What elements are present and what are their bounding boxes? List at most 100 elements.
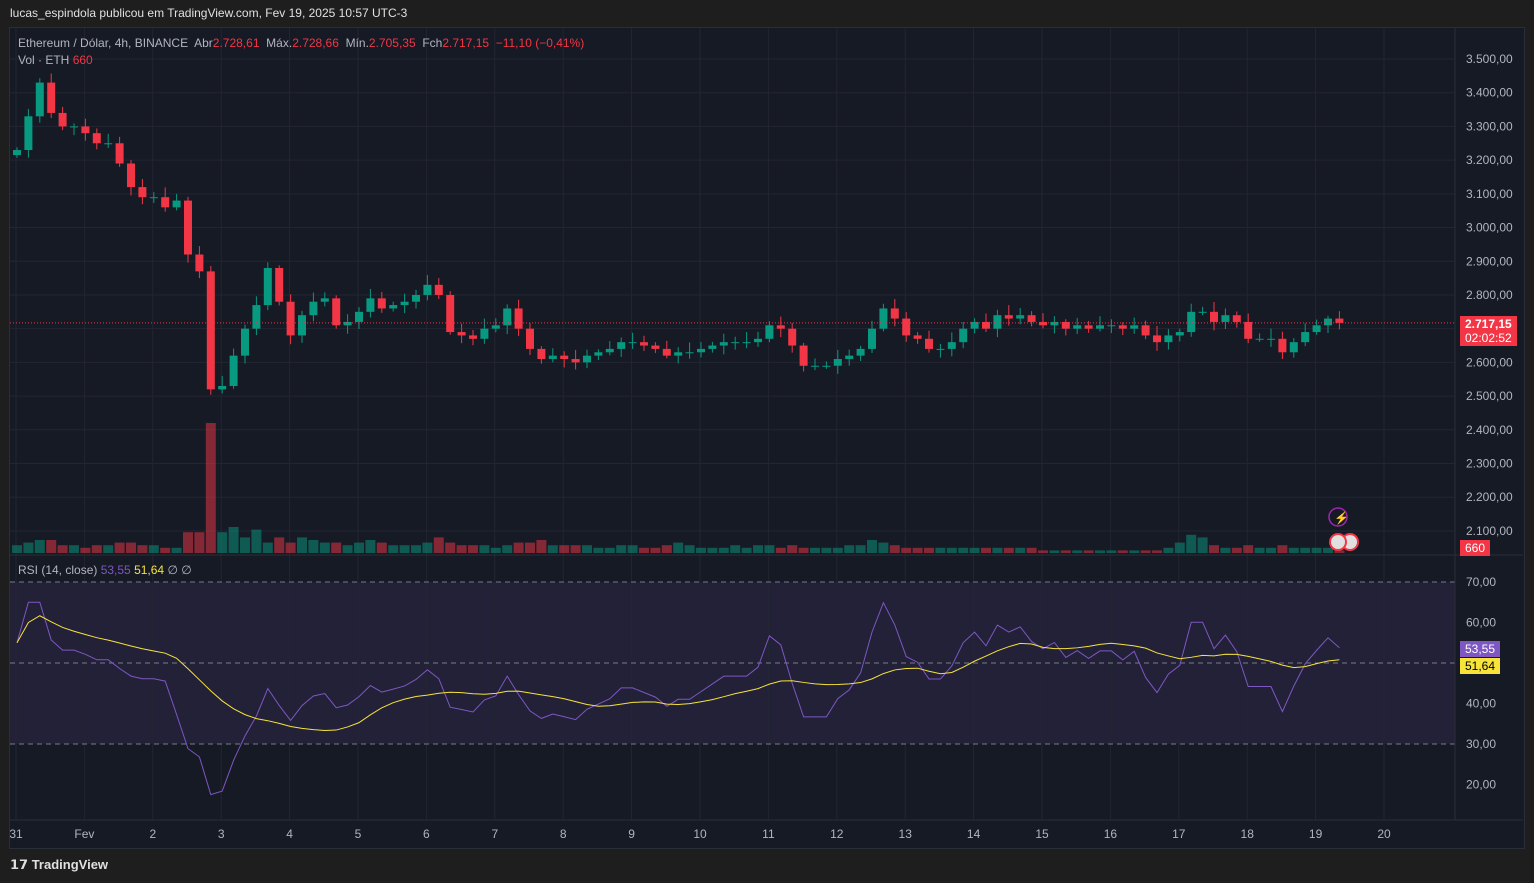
volume-bar [1163,547,1174,553]
rsi-ma-value: 51,64 [134,563,165,577]
time-tick-label: 18 [1241,827,1255,841]
candle-body [1141,325,1150,336]
candle-body [503,308,512,326]
candle-body [252,305,261,329]
time-tick-label: 3 [218,827,225,841]
volume-bar [821,547,832,553]
candle-body [1096,325,1104,329]
volume-bar [1288,547,1299,553]
volume-bar [969,547,980,553]
candle-body [890,308,899,319]
time-tick-label: 2 [149,827,156,841]
volume-bar [34,540,45,553]
candle-body [1210,311,1218,322]
candle-body [127,163,135,188]
volume-bar [1140,550,1151,553]
candle-body [754,338,762,343]
volume-bar [23,542,34,553]
candle-body [993,315,1002,329]
volume-bar [433,537,444,553]
volume-bar [992,547,1003,553]
volume-bar [889,545,900,553]
volume-bar [582,545,592,553]
volume-bar [91,545,102,553]
rsi-tick-label: 70,00 [1466,575,1496,589]
volume-bar [240,537,250,553]
volume-bar [342,545,353,553]
candle-body [195,254,204,272]
candle-body [377,298,386,309]
volume-bar [604,547,615,553]
volume-bar [1174,542,1185,553]
volume-bar [1083,550,1094,553]
symbol-legend: Ethereum / Dólar, 4h, BINANCE Abr2.728,6… [18,35,584,69]
candle-body [925,338,933,349]
rsi-label: RSI (14, close) [18,563,98,577]
candle-body [172,200,181,208]
candle-body [742,342,751,344]
volume-bar [502,545,513,553]
candle-body [469,335,477,339]
candle-body [526,328,534,349]
volume-bar [80,547,91,553]
price-tick-label: 2.900,00 [1466,254,1513,268]
volume-bar [479,545,490,553]
candle-body [1221,315,1230,322]
candle-body [514,308,523,329]
candle-body [811,365,819,367]
countdown: 02:02:52 [1465,331,1512,345]
volume-label[interactable]: Vol · ETH [18,53,69,67]
candle-body [446,294,455,333]
volume-bar [753,545,763,553]
volume-bar [639,547,649,553]
volume-bar [547,545,558,553]
volume-bar [1209,545,1219,553]
volume-bar [490,547,501,553]
volume-bar [684,545,695,553]
candle-body [149,197,158,199]
candle-body [1016,315,1025,319]
volume-bar [718,547,729,553]
rsi-legend[interactable]: RSI (14, close) 53,55 51,64 ∅ ∅ [18,563,192,577]
candle-body [218,385,227,390]
volume-bar [1106,550,1117,553]
candle-body [947,342,956,349]
tradingview-logo[interactable]: 𝟭𝟳 TradingView [10,857,108,873]
rsi-tick-label: 30,00 [1466,737,1496,751]
candle-body [24,116,33,151]
candle-body [1335,318,1344,323]
candle-body [161,197,170,208]
price-tick-label: 3.200,00 [1466,153,1513,167]
volume-bar [388,545,399,553]
volume-bar [536,540,547,553]
volume-bar [183,532,193,553]
candle-body [662,348,671,356]
time-tick-label: Fev [74,827,94,841]
candle-body [423,284,432,295]
rsi-empty-2: ∅ [181,563,192,577]
volume-bar [798,547,809,553]
volume-bar [832,547,843,553]
volume-bar [1243,545,1254,553]
volume-bar [137,545,148,553]
rsi-tick-label: 20,00 [1466,778,1496,792]
symbol-title[interactable]: Ethereum / Dólar, 4h, BINANCE [18,36,188,50]
volume-bar [160,547,171,553]
volume-bar [251,529,262,553]
candle-body [583,355,591,363]
candle-body [617,342,626,349]
volume-bar [878,542,889,553]
rsi-tick-label: 60,00 [1466,616,1496,630]
volume-bar [1129,550,1140,553]
candle-body [902,318,911,336]
time-tick-label: 5 [355,827,362,841]
chart-canvas[interactable]: 3.500,00 3.400,00 3.300,00 3.200,00 3.100,00… [0,0,1534,883]
candle-body [298,315,306,336]
volume-bar [12,545,22,553]
volume-bar [331,542,342,553]
candle-body [229,355,238,386]
volume-bar [274,537,285,553]
candle-body [480,328,489,339]
candle-body [412,294,420,302]
candle-body [1175,332,1184,336]
